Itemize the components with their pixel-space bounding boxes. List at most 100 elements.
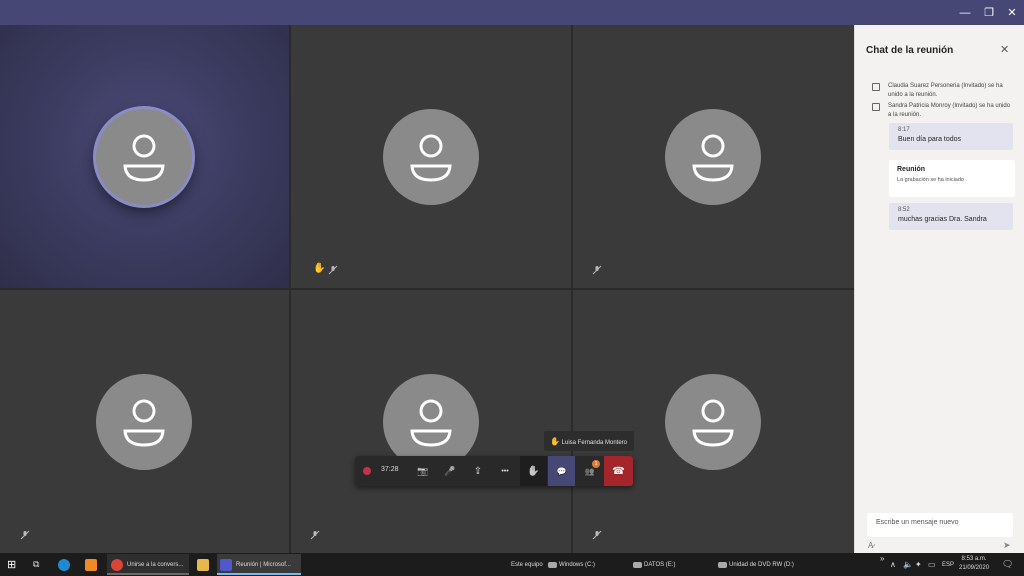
dvd-drive-icon — [718, 561, 727, 568]
raise-hand-button[interactable]: ✋ — [520, 456, 547, 486]
teams-meeting-window: — ❐ ✕ ✋ ✋ Luisa Fernanda Montero 37:28 📷… — [0, 0, 1024, 576]
mic-off-icon — [310, 530, 320, 540]
participants-icon: 👥 — [584, 466, 595, 476]
toolbar-chevron[interactable]: » — [880, 547, 884, 570]
meeting-event-card: Reunión La grabación se ha iniciado — [889, 160, 1015, 197]
person-icon — [692, 399, 734, 447]
participants-count-badge: 1 — [592, 460, 600, 468]
send-icon[interactable]: ➤ — [1003, 540, 1011, 551]
dropbox-icon: ✦ — [915, 560, 922, 569]
show-hidden-icons-button[interactable]: ∧ — [890, 553, 896, 576]
app-label: Unirse a la convers... — [127, 561, 184, 568]
drive-label: Unidad de DVD RW (D:) — [729, 561, 794, 568]
avatar — [665, 109, 761, 205]
clock-time: 8:53 a.m. — [961, 556, 987, 562]
participant-tile-6[interactable] — [573, 290, 854, 553]
folder-icon — [197, 558, 209, 571]
message-time: 8:52 — [898, 207, 910, 213]
raised-hand-icon: ✋ — [550, 437, 560, 446]
minimize-button[interactable]: — — [953, 0, 977, 25]
share-screen-icon: ⇪ — [473, 465, 483, 477]
raised-hand-tooltip: ✋ Luisa Fernanda Montero — [544, 431, 634, 451]
participant-joined-icon — [872, 103, 880, 111]
chat-message[interactable]: 8:52 muchas gracias Dra. Sandra — [889, 203, 1013, 230]
mic-off-icon — [20, 530, 30, 540]
participant-tile-2[interactable]: ✋ — [291, 25, 571, 288]
event-subtitle: La grabación se ha iniciado — [897, 177, 964, 183]
call-timer: 37:28 — [381, 466, 399, 473]
recording-icon — [363, 467, 371, 475]
participant-tile-4[interactable] — [0, 290, 289, 553]
participant-tile-1[interactable] — [0, 25, 289, 288]
camera-toggle-button[interactable]: 📷 — [410, 456, 436, 486]
teams-icon — [220, 558, 232, 571]
mic-off-icon — [592, 530, 602, 540]
person-icon — [692, 134, 734, 182]
mic-off-icon — [328, 265, 338, 275]
message-time: 8:17 — [898, 127, 910, 133]
more-actions-button[interactable]: ••• — [492, 456, 518, 486]
phone-hangup-icon: ☎ — [612, 465, 625, 477]
chevron-icon: » — [880, 554, 885, 563]
este-equipo-toolbar[interactable]: Este equipo — [511, 553, 543, 576]
chevron-up-icon: ∧ — [890, 560, 896, 569]
chat-toggle-button[interactable]: 💬 — [548, 456, 575, 486]
task-view-icon: ⧉ — [33, 559, 40, 569]
task-view-button[interactable]: ⧉ — [33, 553, 39, 576]
avatar — [383, 109, 479, 205]
start-button[interactable]: ⊞ — [7, 553, 16, 576]
notifications-button[interactable]: 🗨 — [1002, 553, 1013, 576]
edge-button[interactable] — [58, 553, 74, 576]
chat-close-button[interactable]: ✕ — [1000, 43, 1009, 56]
drive-label: DATOS (E:) — [644, 561, 676, 568]
network-button[interactable]: ▭ — [928, 553, 936, 576]
drive-c[interactable]: Windows (C:) — [548, 553, 595, 576]
camera-off-icon: 📷 — [417, 465, 429, 476]
system-message: Sandra Patricia Monroy (Invitado) se ha … — [888, 103, 1011, 118]
language-indicator[interactable]: ESP — [942, 553, 954, 576]
raised-hand-icon: ✋ — [313, 263, 326, 274]
mic-off-icon — [592, 265, 602, 275]
message-compose-input[interactable]: Escribe un mensaje nuevo — [867, 513, 1013, 537]
participant-tile-3[interactable] — [573, 25, 854, 288]
call-controls-bar: 37:28 📷 🎤 ⇪ ••• ✋ 💬 👥 1 ☎ — [355, 456, 633, 486]
hang-up-button[interactable]: ☎ — [604, 456, 633, 486]
share-screen-button[interactable]: ⇪ — [465, 456, 491, 486]
vlc-button[interactable] — [85, 553, 101, 576]
event-title: Reunión — [897, 166, 925, 173]
dropbox-button[interactable]: ✦ — [915, 553, 922, 576]
format-icon[interactable]: A̷ — [868, 541, 873, 550]
language-label: ESP — [942, 561, 955, 568]
drive-e[interactable]: DATOS (E:) — [633, 553, 675, 576]
avatar — [96, 374, 192, 470]
chat-title: Chat de la reunión — [866, 45, 954, 56]
volume-button[interactable]: 🔈 — [903, 553, 913, 576]
more-icon: ••• — [501, 467, 509, 475]
edge-icon — [58, 558, 70, 571]
drive-label: Windows (C:) — [559, 561, 596, 568]
raised-hand-name: Luisa Fernanda Montero — [561, 440, 628, 446]
close-button[interactable]: ✕ — [1000, 0, 1024, 25]
meeting-chat-panel: Chat de la reunión ✕ Claudia Suarez Pers… — [854, 25, 1024, 553]
avatar — [96, 109, 192, 205]
windows-taskbar: ⊞ ⧉ Unirse a la convers... Reunión | Mic… — [0, 553, 1024, 576]
message-text: Buen día para todos — [898, 136, 962, 143]
chat-icon: 💬 — [556, 466, 567, 476]
avatar — [665, 374, 761, 470]
app-label: Reunión | Microsof... — [236, 561, 291, 568]
microphone-icon: 🎤 — [444, 465, 456, 476]
volume-icon: 🔈 — [903, 560, 913, 569]
mic-toggle-button[interactable]: 🎤 — [437, 456, 463, 486]
chat-message[interactable]: 8:17 Buen día para todos — [889, 123, 1013, 150]
participant-tile-5[interactable] — [291, 290, 571, 553]
windows-logo-icon: ⊞ — [7, 559, 17, 571]
clock[interactable]: 8:53 a.m. 21/09/2020 — [959, 555, 989, 573]
maximize-button[interactable]: ❐ — [977, 0, 1001, 25]
participants-button[interactable]: 👥 1 — [576, 456, 603, 486]
notification-icon: 🗨 — [1002, 559, 1014, 569]
person-icon — [123, 134, 165, 182]
network-icon: ▭ — [928, 560, 936, 569]
clock-date: 21/09/2020 — [959, 565, 990, 571]
file-explorer-button[interactable] — [197, 553, 213, 576]
drive-d[interactable]: Unidad de DVD RW (D:) — [718, 553, 794, 576]
